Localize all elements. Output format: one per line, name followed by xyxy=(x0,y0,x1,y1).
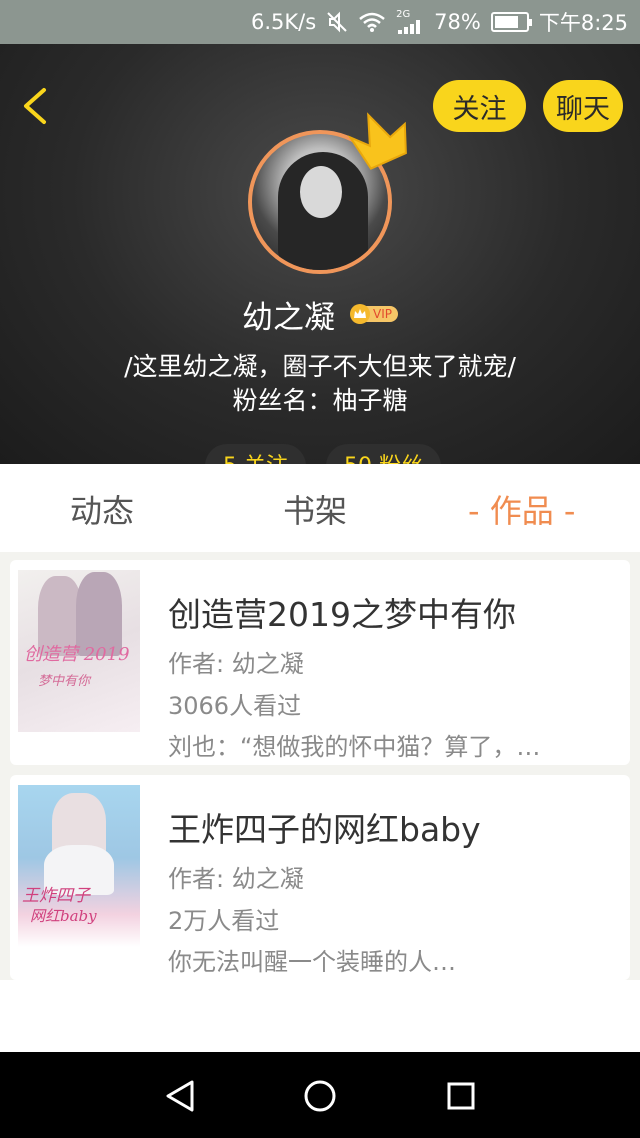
crown-icon xyxy=(347,112,407,170)
chevron-left-icon[interactable] xyxy=(16,84,56,128)
work-title[interactable]: 王炸四子的网红baby xyxy=(168,803,481,851)
tab-bar: 动态 书架 - 作品 - xyxy=(0,464,640,552)
work-excerpt: 你无法叫醒一个装睡的人… xyxy=(168,948,456,976)
mute-icon xyxy=(327,11,347,33)
cover-title: 创造营 2019 xyxy=(24,644,130,665)
cover-title: 王炸四子 xyxy=(22,886,90,906)
tab-works[interactable]: - 作品 - xyxy=(468,486,575,532)
circle-home-icon[interactable] xyxy=(300,1076,340,1116)
tab-shelf[interactable]: 书架 xyxy=(283,486,347,532)
followers-count[interactable]: 50 粉丝 xyxy=(326,444,441,464)
cover-subtitle: 梦中有你 xyxy=(38,674,91,689)
works-list: 创造营 2019 梦中有你 创造营2019之梦中有你 作者: 幼之凝 3066人… xyxy=(0,552,640,980)
profile-header: 关注 聊天 幼之凝 VIP /这里幼之凝，圈子不大但来了就宠/ 粉丝名：柚子糖 … xyxy=(0,44,640,464)
status-bar: 6.5K/s 2G 78% 下午8:25 xyxy=(0,0,640,44)
empty-area xyxy=(0,980,640,1052)
tab-feed[interactable]: 动态 xyxy=(70,486,134,532)
username-row: 幼之凝 VIP xyxy=(0,292,640,336)
signal-group: 2G xyxy=(396,10,424,34)
following-count[interactable]: 5 关注 xyxy=(205,444,306,464)
bio-line-1: /这里幼之凝，圈子不大但来了就宠/ xyxy=(124,352,516,381)
book-cover: 王炸四子 网红baby xyxy=(18,785,140,947)
work-title[interactable]: 创造营2019之梦中有你 xyxy=(168,588,516,636)
vip-badge: VIP xyxy=(349,302,398,326)
battery-icon xyxy=(490,12,532,32)
username: 幼之凝 xyxy=(242,299,335,336)
signal-icon xyxy=(398,20,421,34)
book-cover: 创造营 2019 梦中有你 xyxy=(18,570,140,732)
work-author: 作者: 幼之凝 xyxy=(168,650,304,678)
stats-row: 5 关注 50 粉丝 xyxy=(205,444,441,464)
list-item[interactable]: 王炸四子 网红baby 王炸四子的网红baby 作者: 幼之凝 2万人看过 你无… xyxy=(10,775,630,980)
wifi-icon xyxy=(359,12,385,32)
work-excerpt: 刘也：“想做我的怀中猫？算了，… xyxy=(168,733,541,761)
triangle-back-icon[interactable] xyxy=(160,1076,200,1116)
system-nav-bar xyxy=(0,1052,640,1138)
chat-button[interactable]: 聊天 xyxy=(543,80,623,132)
battery-percent: 78% xyxy=(434,10,481,34)
list-item[interactable]: 创造营 2019 梦中有你 创造营2019之梦中有你 作者: 幼之凝 3066人… xyxy=(10,560,630,765)
bio-line-2: 粉丝名：柚子糖 xyxy=(232,386,408,415)
cover-subtitle: 网红baby xyxy=(30,907,97,925)
avatar-face xyxy=(300,166,342,218)
work-views: 2万人看过 xyxy=(168,907,280,935)
clock: 下午8:25 xyxy=(538,11,628,35)
network-speed: 6.5K/s xyxy=(250,10,317,34)
network-type: 2G xyxy=(396,9,411,20)
work-views: 3066人看过 xyxy=(168,692,302,720)
square-recent-icon[interactable] xyxy=(441,1076,481,1116)
battery-fill xyxy=(494,16,519,28)
follow-button[interactable]: 关注 xyxy=(433,80,526,132)
vip-crown-icon xyxy=(350,304,370,324)
bio: /这里幼之凝，圈子不大但来了就宠/ 粉丝名：柚子糖 xyxy=(0,350,640,418)
work-author: 作者: 幼之凝 xyxy=(168,865,304,893)
